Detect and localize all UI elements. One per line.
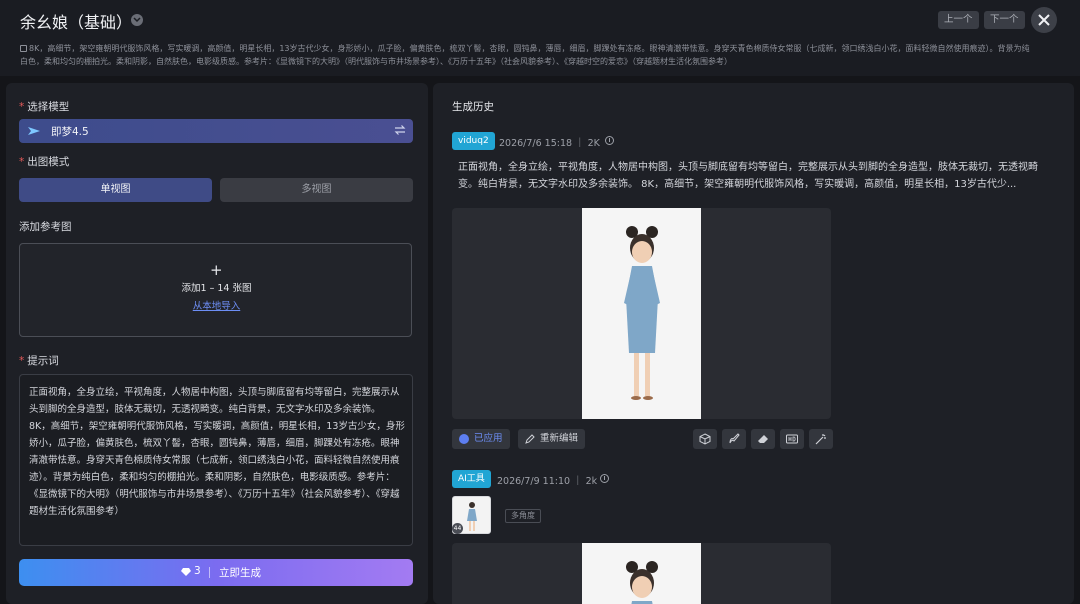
close-button[interactable]: [1031, 7, 1057, 33]
model-label: * 选择模型: [19, 101, 70, 113]
girl-figure-image: [624, 226, 660, 400]
chevron-down-icon[interactable]: [131, 14, 143, 26]
result-image[interactable]: [582, 208, 701, 419]
magic-wand-icon: [815, 434, 826, 445]
next-button[interactable]: 下一个: [984, 11, 1025, 29]
single-view-button[interactable]: 单视图: [19, 178, 212, 202]
multi-angle-tag: 多角度: [505, 509, 541, 523]
reedit-button[interactable]: 重新编辑: [518, 429, 586, 449]
import-local-link[interactable]: 从本地导入: [20, 298, 413, 312]
mode-label: * 出图模式: [19, 156, 70, 168]
prompt-paragraph: 8K，高细节，架空雍朝明代服饰风格，写实暖调，高颜值，明星长相，13岁古少女，身…: [29, 421, 405, 517]
brush-tool-button[interactable]: [722, 429, 746, 449]
upload-hint: 添加1 – 14 张图: [181, 283, 252, 294]
swap-icon[interactable]: [393, 123, 407, 137]
model-tag: viduq2: [452, 132, 495, 150]
copy-icon[interactable]: [20, 45, 27, 52]
model-name: 即梦4.5: [51, 126, 89, 138]
close-icon: [1038, 14, 1050, 26]
hd-icon: [786, 434, 798, 444]
divider: [209, 567, 210, 578]
upscale-tool-button[interactable]: [780, 429, 804, 449]
info-icon[interactable]: [600, 474, 609, 483]
reference-label: 添加参考图: [19, 221, 72, 233]
prompt-paragraph: 正面视角，全身立绘，平视角度，人物居中构图，头顶与脚底留有均等留白，完整展示从头…: [29, 387, 400, 415]
reference-upload[interactable]: + 添加1 – 14 张图 从本地导入: [19, 243, 412, 337]
multi-view-button[interactable]: 多视图: [220, 178, 413, 202]
edit-icon: [525, 434, 535, 444]
result-image-frame: [452, 543, 831, 604]
top-bar: 余幺娘（基础） 上一个 下一个 8K，高细节，架空雍朝明代服饰风格，写实暖调，高…: [0, 0, 1080, 76]
settings-panel: * 选择模型 即梦4.5 * 出图模式 单视图 多视图 添加参考图 + 添加1 – …: [6, 83, 428, 604]
model-logo-icon: [28, 127, 40, 135]
gem-icon: [181, 568, 191, 576]
girl-figure-image: [626, 561, 658, 604]
generate-cost: 3: [194, 565, 201, 577]
prev-button[interactable]: 上一个: [938, 11, 979, 29]
description-text: 8K，高细节，架空雍朝明代服饰风格，写实暖调，高颜值，明星长相，13岁古代少女，…: [20, 44, 1030, 66]
eraser-icon: [758, 435, 768, 443]
model3d-tool-button[interactable]: [693, 429, 717, 449]
history-panel: 生成历史 viduq2 2026/7/6 15:18 ｜ 2K 正面视角，全身立…: [433, 83, 1074, 604]
history-title: 生成历史: [452, 101, 494, 113]
character-description: 8K，高细节，架空雍朝明代服饰风格，写实暖调，高颜值，明星长相，13岁古代少女，…: [20, 42, 1030, 68]
applied-button[interactable]: 已应用: [452, 429, 510, 449]
thumbnail-badge: 44: [452, 523, 463, 534]
history-meta: 2026/7/9 11:10 ｜ 2k: [497, 476, 598, 487]
info-icon[interactable]: [605, 136, 614, 145]
plus-icon: +: [210, 261, 223, 279]
tool-tag: AI工具: [452, 470, 491, 488]
cube-icon: [699, 433, 711, 445]
page-title: 余幺娘（基础）: [20, 13, 133, 32]
brush-icon: [729, 433, 740, 444]
result-image-frame: [452, 208, 831, 419]
eraser-tool-button[interactable]: [751, 429, 775, 449]
prompt-textarea[interactable]: 正面视角，全身立绘，平视角度，人物居中构图，头顶与脚底留有均等留白，完整展示从头…: [19, 374, 413, 546]
model-select[interactable]: 即梦4.5: [19, 119, 413, 143]
result-image[interactable]: [582, 543, 701, 604]
history-prompt: 正面视角，全身立绘，平视角度，人物居中构图，头顶与脚底留有均等留白，完整展示从头…: [458, 162, 1038, 190]
remove-bg-tool-button[interactable]: [809, 429, 833, 449]
check-icon: [459, 434, 469, 444]
generate-button[interactable]: 3 立即生成: [19, 559, 413, 586]
history-meta: 2026/7/6 15:18 ｜ 2K: [499, 138, 600, 149]
generate-label: 立即生成: [219, 567, 261, 579]
prompt-label: * 提示词: [19, 355, 59, 367]
